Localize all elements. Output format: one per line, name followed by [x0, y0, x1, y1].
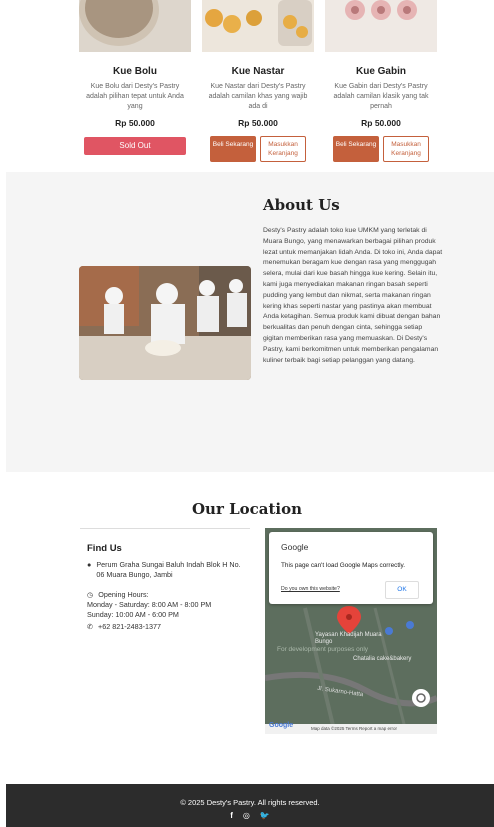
hours-weekday: Monday - Saturday: 8:00 AM - 8:00 PM	[87, 600, 212, 609]
buy-now-button[interactable]: Beli Sekarang	[333, 136, 379, 162]
phone-icon: ✆	[87, 622, 94, 631]
product-card-kue-gabin: Kue Gabin Kue Gabin dari Desty's Pastry …	[325, 0, 437, 162]
product-section: Kue Bolu Kue Bolu dari Desty's Pastry ad…	[0, 0, 494, 172]
social-links: f ◎ 🐦	[6, 811, 494, 820]
about-title: About Us	[263, 196, 340, 214]
product-description: Kue Gabin dari Desty's Pastry adalah cam…	[333, 83, 429, 110]
google-brand: Google	[281, 542, 309, 552]
map-ok-button[interactable]: OK	[385, 581, 419, 599]
product-image	[79, 0, 191, 52]
product-image	[325, 0, 437, 52]
google-map-logo: Google	[269, 722, 294, 729]
product-name: Kue Gabin	[355, 66, 406, 77]
google-map[interactable]: Google This page can't load Google Maps …	[265, 528, 437, 734]
location-title: Our Location	[191, 500, 303, 518]
map-pin-icon: ●	[87, 560, 92, 569]
address-text: Perum Graha Sungai Baluh Indah Blok H No…	[96, 560, 241, 579]
sold-out-button[interactable]: Sold Out	[84, 137, 186, 155]
find-us-heading: Find Us	[87, 543, 122, 554]
phone-text[interactable]: +62 821-2483-1377	[98, 622, 161, 632]
map-attribution: Map data ©2025 Terms Report a map error	[311, 726, 398, 731]
facebook-icon[interactable]: f	[230, 811, 233, 820]
about-text: Desty's Pastry adalah toko kue UMKM yang…	[263, 227, 443, 364]
product-price: Rp 50.000	[361, 118, 401, 128]
clock-icon: ◷	[87, 590, 94, 599]
map-error-text: This page can't load Google Maps correct…	[281, 562, 406, 569]
product-actions: Beli Sekarang Masukkan Keranjang	[325, 136, 437, 162]
footer-copyright: © 2025 Desty's Pastry. All rights reserv…	[180, 798, 320, 807]
product-card-kue-nastar: Kue Nastar Kue Nastar dari Desty's Pastr…	[202, 0, 314, 162]
add-to-cart-button[interactable]: Masukkan Keranjang	[260, 136, 306, 162]
twitter-icon[interactable]: 🐦	[260, 811, 270, 820]
buy-now-button[interactable]: Beli Sekarang	[210, 136, 256, 162]
own-site-link[interactable]: Do you own this website?	[281, 586, 340, 592]
product-card-kue-bolu: Kue Bolu Kue Bolu dari Desty's Pastry ad…	[79, 0, 191, 155]
product-name: Kue Nastar	[231, 66, 285, 77]
product-description: Kue Nastar dari Desty's Pastry adalah ca…	[208, 83, 308, 110]
product-actions: Beli Sekarang Masukkan Keranjang	[202, 136, 314, 162]
about-photo-bakers	[79, 266, 251, 380]
product-price: Rp 50.000	[115, 118, 155, 128]
hours-sunday: Sunday: 10:00 AM - 6:00 PM	[87, 610, 179, 619]
hours-label: Opening Hours:	[98, 590, 149, 599]
footer: © 2025 Desty's Pastry. All rights reserv…	[6, 784, 494, 827]
map-dev-watermark: For development purposes only	[277, 646, 369, 653]
hours-label-row: ◷ Opening Hours:	[87, 590, 250, 600]
map-place-label-2: Chatalia cake&bakery	[353, 656, 412, 662]
map-error-dialog: Google This page can't load Google Maps …	[269, 532, 433, 604]
add-to-cart-button[interactable]: Masukkan Keranjang	[383, 136, 429, 162]
about-section: About Us Desty's Pastry adalah toko kue …	[6, 172, 494, 472]
product-description: Kue Bolu dari Desty's Pastry adalah pili…	[86, 83, 184, 110]
product-price: Rp 50.000	[238, 118, 278, 128]
address-row: ● Perum Graha Sungai Baluh Indah Blok H …	[87, 560, 250, 580]
location-info: Find Us ● Perum Graha Sungai Baluh Indah…	[80, 528, 250, 735]
product-name: Kue Bolu	[113, 66, 157, 77]
instagram-icon[interactable]: ◎	[243, 811, 250, 820]
product-image	[202, 0, 314, 52]
map-fullscreen-button[interactable]	[412, 689, 430, 707]
phone-row: ✆ +62 821-2483-1377	[87, 622, 250, 632]
map-place-label: Yayasan Khadijah Muara Bungo	[315, 632, 382, 645]
